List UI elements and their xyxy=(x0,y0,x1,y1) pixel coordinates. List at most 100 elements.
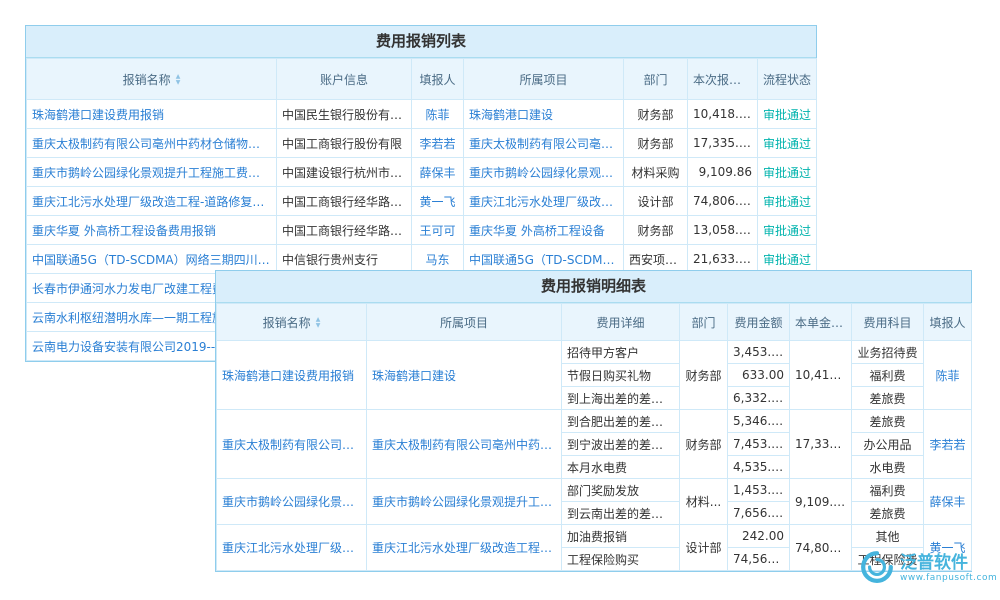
project-link[interactable]: 重庆市鹅岭公园绿化景观提升工程施工 xyxy=(367,479,562,525)
project-link[interactable]: 珠海鹤港口建设 xyxy=(464,100,624,129)
department-cell: 财务部 xyxy=(680,341,728,410)
list-row: 重庆太极制药有限公司亳州中药材仓储物流基地项...中国工商银行股份有限李若若重庆… xyxy=(27,129,817,158)
list-row: 重庆华夏 外高桥工程设备费用报销中国工商银行经华路支行王可可重庆华夏 外高桥工程… xyxy=(27,216,817,245)
expense-detail-cell: 到云南出差的差旅费 xyxy=(562,502,680,525)
col-expense-category[interactable]: 费用科目 xyxy=(852,304,924,341)
amount-cell: 74,806.00 xyxy=(688,187,758,216)
watermark: 泛普软件 www.fanpusoft.com xyxy=(860,550,997,587)
detail-row: 重庆市鹅岭公园绿化景观提升工...重庆市鹅岭公园绿化景观提升工程施工部门奖励发放… xyxy=(217,479,972,502)
col-reimbursement-name[interactable]: 报销名称 xyxy=(27,59,277,100)
sort-icon[interactable] xyxy=(316,317,321,329)
project-link[interactable]: 重庆华夏 外高桥工程设备 xyxy=(464,216,624,245)
reporter-link[interactable]: 薛保丰 xyxy=(924,479,972,525)
detail-table-body: 珠海鹤港口建设费用报销珠海鹤港口建设招待甲方客户财务部3,453.6010,41… xyxy=(217,341,972,571)
expense-category-cell: 福利费 xyxy=(852,364,924,387)
expense-category-cell: 业务招待费 xyxy=(852,341,924,364)
department-cell: 材料... xyxy=(680,479,728,525)
brand-url: www.fanpusoft.com xyxy=(900,573,997,583)
col-reimbursement-name-label: 报销名称 xyxy=(123,73,171,87)
expense-category-cell: 差旅费 xyxy=(852,410,924,433)
total-amount-cell: 17,335.35 xyxy=(790,410,852,479)
amount-cell: 13,058.45 xyxy=(688,216,758,245)
detail-row: 重庆江北污水处理厂级改造工程-...重庆江北污水处理厂级改造工程-道路修复工加油… xyxy=(217,525,972,548)
list-header-row: 报销名称 账户信息 填报人 所属项目 部门 本次报销金额 流程状态 xyxy=(27,59,817,100)
expense-amount-cell: 3,453.60 xyxy=(728,341,790,364)
expense-list-title: 费用报销列表 xyxy=(26,26,816,58)
expense-detail-cell: 到上海出差的差旅费 xyxy=(562,387,680,410)
status-link[interactable]: 审批通过 xyxy=(758,158,817,187)
project-link[interactable]: 重庆太极制药有限公司亳州中药材仓储物流... xyxy=(367,410,562,479)
col-department[interactable]: 部门 xyxy=(680,304,728,341)
expense-amount-cell: 6,332.00 xyxy=(728,387,790,410)
col-department[interactable]: 部门 xyxy=(624,59,688,100)
reimbursement-name-link[interactable]: 珠海鹤港口建设费用报销 xyxy=(27,100,277,129)
reimbursement-name-link[interactable]: 重庆江北污水处理厂级改造工程-... xyxy=(217,525,367,571)
status-link[interactable]: 审批通过 xyxy=(758,216,817,245)
col-account-info[interactable]: 账户信息 xyxy=(277,59,412,100)
expense-amount-cell: 4,535.65 xyxy=(728,456,790,479)
expense-category-cell: 差旅费 xyxy=(852,387,924,410)
col-expense-amount[interactable]: 费用金额 xyxy=(728,304,790,341)
reporter-link[interactable]: 黄一飞 xyxy=(412,187,464,216)
expense-detail-title: 费用报销明细表 xyxy=(216,271,971,303)
sort-icon[interactable] xyxy=(176,74,181,86)
fanpu-logo-icon xyxy=(860,550,894,587)
reimbursement-name-link[interactable]: 重庆市鹅岭公园绿化景观提升工程施工费用报销 xyxy=(27,158,277,187)
reporter-link[interactable]: 李若若 xyxy=(924,410,972,479)
reimbursement-name-link[interactable]: 重庆太极制药有限公司亳州中药材仓储物流基地项... xyxy=(27,129,277,158)
col-total-amount[interactable]: 本单金额合计 xyxy=(790,304,852,341)
expense-category-cell: 其他 xyxy=(852,525,924,548)
account-info-cell: 中国工商银行股份有限 xyxy=(277,129,412,158)
col-reimbursement-name[interactable]: 报销名称 xyxy=(217,304,367,341)
reimbursement-name-link[interactable]: 重庆江北污水处理厂级改造工程-道路修复工程费用... xyxy=(27,187,277,216)
detail-row: 重庆太极制药有限公司亳州中药材...重庆太极制药有限公司亳州中药材仓储物流...… xyxy=(217,410,972,433)
account-info-cell: 中国建设银行杭州市上... xyxy=(277,158,412,187)
reporter-link[interactable]: 陈菲 xyxy=(412,100,464,129)
project-link[interactable]: 珠海鹤港口建设 xyxy=(367,341,562,410)
expense-detail-cell: 节假日购买礼物 xyxy=(562,364,680,387)
status-link[interactable]: 审批通过 xyxy=(758,187,817,216)
department-cell: 财务部 xyxy=(624,216,688,245)
project-link[interactable]: 重庆江北污水处理厂级改造工程-道路修复工 xyxy=(367,525,562,571)
account-info-cell: 中国民生银行股份有限... xyxy=(277,100,412,129)
status-link[interactable]: 审批通过 xyxy=(758,100,817,129)
brand-name: 泛普软件 xyxy=(900,554,997,573)
list-row: 重庆市鹅岭公园绿化景观提升工程施工费用报销中国建设银行杭州市上...薛保丰重庆市… xyxy=(27,158,817,187)
project-link[interactable]: 重庆市鹅岭公园绿化景观提升... xyxy=(464,158,624,187)
expense-detail-cell: 部门奖励发放 xyxy=(562,479,680,502)
status-link[interactable]: 审批通过 xyxy=(758,129,817,158)
reimbursement-name-link[interactable]: 重庆市鹅岭公园绿化景观提升工... xyxy=(217,479,367,525)
col-expense-detail[interactable]: 费用详细 xyxy=(562,304,680,341)
amount-cell: 10,418.60 xyxy=(688,100,758,129)
reimbursement-name-link[interactable]: 珠海鹤港口建设费用报销 xyxy=(217,341,367,410)
expense-detail-cell: 本月水电费 xyxy=(562,456,680,479)
expense-detail-cell: 招待甲方客户 xyxy=(562,341,680,364)
expense-category-cell: 水电费 xyxy=(852,456,924,479)
project-link[interactable]: 重庆太极制药有限公司亳州中... xyxy=(464,129,624,158)
detail-row: 珠海鹤港口建设费用报销珠海鹤港口建设招待甲方客户财务部3,453.6010,41… xyxy=(217,341,972,364)
account-info-cell: 中国工商银行经华路支行 xyxy=(277,216,412,245)
col-reporter[interactable]: 填报人 xyxy=(412,59,464,100)
expense-detail-cell: 工程保险购买 xyxy=(562,548,680,571)
expense-amount-cell: 5,346.35 xyxy=(728,410,790,433)
reporter-link[interactable]: 薛保丰 xyxy=(412,158,464,187)
reporter-link[interactable]: 陈菲 xyxy=(924,341,972,410)
project-link[interactable]: 重庆江北污水处理厂级改造工... xyxy=(464,187,624,216)
reporter-link[interactable]: 王可可 xyxy=(412,216,464,245)
col-project[interactable]: 所属项目 xyxy=(367,304,562,341)
department-cell: 设计部 xyxy=(624,187,688,216)
reimbursement-name-link[interactable]: 重庆华夏 外高桥工程设备费用报销 xyxy=(27,216,277,245)
reimbursement-name-link[interactable]: 重庆太极制药有限公司亳州中药材... xyxy=(217,410,367,479)
col-project[interactable]: 所属项目 xyxy=(464,59,624,100)
reporter-link[interactable]: 李若若 xyxy=(412,129,464,158)
col-status[interactable]: 流程状态 xyxy=(758,59,817,100)
list-row: 珠海鹤港口建设费用报销中国民生银行股份有限...陈菲珠海鹤港口建设财务部10,4… xyxy=(27,100,817,129)
expense-amount-cell: 7,453.35 xyxy=(728,433,790,456)
col-reporter[interactable]: 填报人 xyxy=(924,304,972,341)
expense-amount-cell: 74,564... xyxy=(728,548,790,571)
department-cell: 财务部 xyxy=(680,410,728,479)
col-amount[interactable]: 本次报销金额 xyxy=(688,59,758,100)
amount-cell: 17,335.35 xyxy=(688,129,758,158)
expense-detail-table: 报销名称 所属项目 费用详细 部门 费用金额 本单金额合计 费用科目 填报人 珠… xyxy=(216,303,972,571)
account-info-cell: 中国工商银行经华路支行 xyxy=(277,187,412,216)
